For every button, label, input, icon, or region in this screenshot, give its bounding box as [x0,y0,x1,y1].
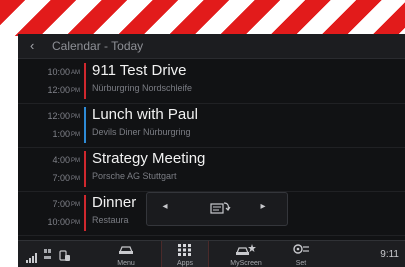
event-end-ampm: PM [71,88,80,94]
tab-label: Apps [177,260,193,267]
chevron-left-icon: ◂ [162,201,168,212]
next-button[interactable]: ▸ [253,201,273,212]
event-title: Lunch with Paul [92,106,198,123]
event-location: Porsche AG Stuttgart [92,171,177,181]
tab-label: MyScreen [230,260,262,267]
calendar-header: ‹ Calendar - Today [18,34,405,59]
settings-icon [293,244,309,254]
event-end-ampm: PM [71,220,80,226]
car-star-icon [236,244,256,255]
chevron-left-icon: ‹ [30,38,35,53]
tab-set[interactable]: Set [278,241,324,267]
bottom-taskbar: Menu Apps MyScreen Set 9:11 [18,240,405,267]
page-title: Calendar - Today [52,39,144,53]
phone-icon [59,249,71,267]
event-time-range: 12:00PM 1:00PM [18,107,80,143]
striped-frame-banner [0,0,405,36]
event-color-bar [84,107,86,143]
tab-menu[interactable]: Menu [103,241,149,267]
event-start-time: 7:00 [52,199,70,209]
previous-button[interactable]: ◂ [155,201,175,212]
card-swap-icon [210,202,231,214]
event-start-ampm: AM [71,70,80,76]
event-row[interactable]: 10:00AM 12:00PM 911 Test Drive Nürburgri… [18,59,405,104]
event-color-bar [84,195,86,231]
event-start-time: 10:00 [47,67,70,77]
event-color-bar [84,151,86,187]
card-swap-button[interactable] [207,200,233,219]
event-row[interactable]: 4:00PM 7:00PM Strategy Meeting Porsche A… [18,147,405,192]
back-button[interactable]: ‹ [30,38,34,53]
event-start-ampm: PM [71,158,80,164]
event-location: Restaura [92,215,129,225]
event-end-ampm: PM [71,176,80,182]
tab-myscreen[interactable]: MyScreen [223,241,269,267]
event-start-ampm: PM [71,202,80,208]
event-pager-popup: ◂ ▸ [146,192,288,226]
event-time-range: 10:00AM 12:00PM [18,63,80,99]
tab-label: Set [295,260,307,267]
car-icon [119,246,133,254]
event-title: Strategy Meeting [92,150,206,167]
event-row[interactable]: 12:00PM 1:00PM Lunch with Paul Devils Di… [18,103,405,148]
event-title: 911 Test Drive [92,62,187,79]
grid-icon [178,244,191,256]
chevron-right-icon: ▸ [260,201,266,212]
event-time-range: 7:00PM 10:00PM [18,195,80,231]
signal-icon [26,250,38,267]
event-time-range: 4:00PM 7:00PM [18,151,80,187]
event-end-ampm: PM [71,132,80,138]
infotainment-screen: ‹ Calendar - Today 10:00AM 12:00PM 911 T… [18,34,405,267]
event-location: Nürburgring Nordschleife [92,83,193,93]
status-indicators [26,248,86,263]
event-color-bar [84,63,86,99]
event-end-time: 10:00 [47,217,70,227]
event-start-ampm: PM [71,114,80,120]
tab-apps[interactable]: Apps [161,241,209,267]
event-location: Devils Diner Nürburgring [92,127,191,137]
event-title: Dinner [92,194,137,211]
event-end-time: 12:00 [47,85,70,95]
network-icon [43,248,53,266]
event-start-time: 12:00 [47,111,70,121]
event-start-time: 4:00 [52,155,70,165]
event-end-time: 7:00 [52,173,70,183]
clock: 9:11 [380,249,399,260]
tab-label: Menu [117,260,135,267]
event-end-time: 1:00 [52,129,70,139]
